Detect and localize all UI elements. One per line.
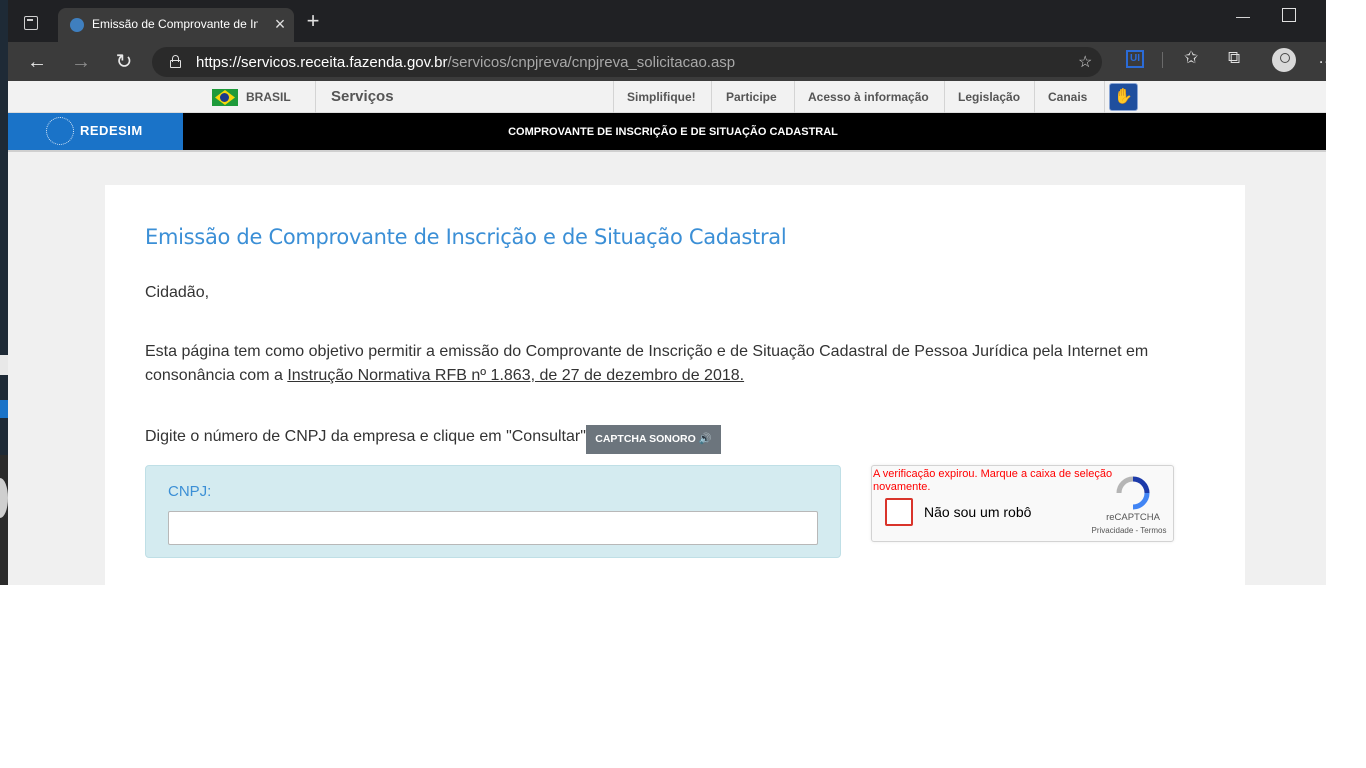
gov-divider (1104, 81, 1105, 113)
brazil-flag-icon[interactable] (212, 89, 238, 106)
recaptcha-error-message: A verificação expirou. Marque a caixa de… (873, 468, 1113, 493)
redesim-header: REDESIM COMPROVANTE DE INSCRIÇÃO E DE SI… (8, 113, 1326, 150)
globe-icon (46, 117, 74, 145)
captcha-audio-button[interactable]: CAPTCHA SONORO 🔊 (586, 425, 721, 454)
forward-icon[interactable]: → (68, 49, 94, 75)
favorites-icon[interactable]: ✩ (1184, 48, 1198, 68)
redesim-logo[interactable]: REDESIM (8, 113, 183, 150)
recaptcha-checkbox[interactable] (885, 498, 913, 526)
url-path: /servicos/cnpjreva/cnpjreva_solicitacao.… (447, 54, 736, 71)
content-card: Emissão de Comprovante de Inscrição e de… (105, 185, 1245, 585)
recaptcha-brand: reCAPTCHA (1106, 512, 1160, 523)
recaptcha-widget: A verificação expirou. Marque a caixa de… (871, 465, 1174, 542)
extension-icon[interactable]: UI (1126, 50, 1144, 68)
gov-divider (944, 81, 945, 113)
tab-actions-icon[interactable] (24, 16, 38, 30)
page-title: Emissão de Comprovante de Inscrição e de… (145, 225, 787, 249)
toolbar-divider (1162, 52, 1163, 68)
gov-divider (711, 81, 712, 113)
favicon-icon (70, 18, 84, 32)
close-tab-icon[interactable]: × (270, 13, 290, 35)
profile-icon[interactable] (1272, 48, 1296, 72)
intro-paragraph: Esta página tem como objetivo permitir a… (145, 340, 1165, 388)
more-icon[interactable]: … (1318, 48, 1326, 68)
greeting-text: Cidadão, (145, 284, 210, 301)
browser-tab[interactable]: Emissão de Comprovante de Inscrição e de… (58, 8, 294, 42)
brasil-link[interactable]: BRASIL (246, 90, 291, 104)
header-divider (8, 150, 1326, 152)
address-bar[interactable]: https://servicos.receita.fazenda.gov.br/… (152, 47, 1102, 77)
cnpj-label: CNPJ: (168, 483, 212, 500)
gov-link-participe[interactable]: Participe (726, 90, 777, 104)
header-title: COMPROVANTE DE INSCRIÇÃO E DE SITUAÇÃO C… (508, 126, 838, 138)
gov-divider (1034, 81, 1035, 113)
gov-link-acesso-informacao[interactable]: Acesso à informação (808, 90, 929, 104)
servicos-link[interactable]: Serviços (331, 88, 394, 105)
gov-divider (613, 81, 614, 113)
recaptcha-terms-links[interactable]: Privacidade - Termos (1082, 526, 1176, 535)
gov-divider (315, 81, 316, 113)
lock-icon[interactable] (170, 55, 181, 68)
gov-link-canais[interactable]: Canais (1048, 90, 1087, 104)
recaptcha-logo-icon (1116, 476, 1150, 510)
refresh-icon[interactable]: ↻ (111, 49, 137, 75)
cnpj-input[interactable] (168, 511, 818, 545)
url-host: https://servicos.receita.fazenda.gov.br (196, 54, 448, 71)
redesim-logo-text: REDESIM (80, 123, 143, 138)
recaptcha-label: Não sou um robô (924, 504, 1032, 520)
gov-link-legislacao[interactable]: Legislação (958, 90, 1020, 104)
cnpj-form-box: CNPJ: (145, 465, 841, 558)
collections-icon[interactable]: ⧉ (1228, 48, 1240, 68)
gov-divider (794, 81, 795, 113)
url-text[interactable]: https://servicos.receita.fazenda.gov.br/… (196, 54, 735, 71)
desktop-background (0, 0, 8, 585)
browser-window: Emissão de Comprovante de Inscrição e de… (8, 0, 1326, 585)
new-tab-button[interactable]: + (302, 10, 324, 32)
tab-bar: Emissão de Comprovante de Inscrição e de… (8, 0, 1326, 42)
back-icon[interactable]: ← (24, 49, 50, 75)
gov-link-simplifique[interactable]: Simplifique! (627, 90, 696, 104)
instruction-text: Digite o número de CNPJ da empresa e cli… (145, 428, 591, 445)
gov-bar: BRASIL Serviços Simplifique! Participe A… (8, 81, 1326, 113)
minimize-icon[interactable]: — (1230, 4, 1256, 28)
add-favorite-icon[interactable]: ☆ (1078, 52, 1092, 72)
tab-title: Emissão de Comprovante de Inscrição e de… (92, 17, 258, 31)
maximize-icon[interactable] (1282, 8, 1296, 22)
vlibras-accessibility-icon[interactable]: ✋ (1109, 83, 1138, 111)
normative-instruction-link[interactable]: Instrução Normativa RFB nº 1.863, de 27 … (287, 367, 744, 384)
